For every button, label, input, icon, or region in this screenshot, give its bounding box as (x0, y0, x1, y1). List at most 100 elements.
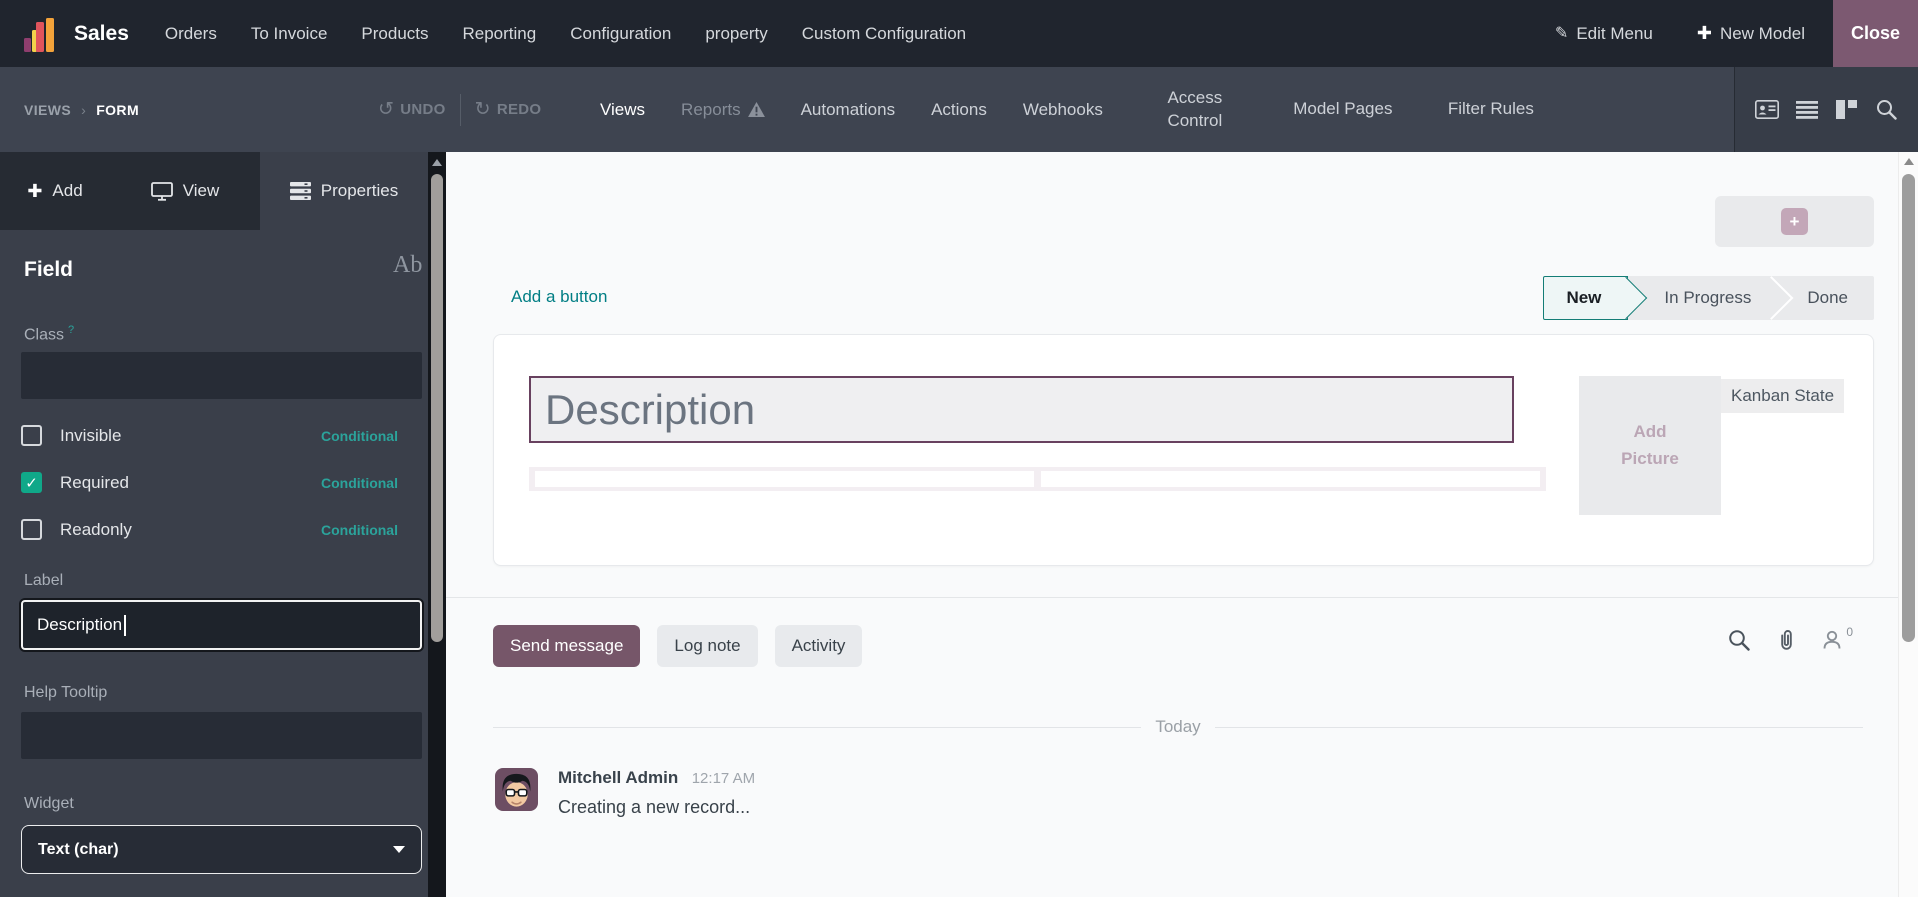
field-placeholder-cell[interactable] (1041, 471, 1540, 487)
top-navbar: Sales Orders To Invoice Products Reporti… (0, 0, 1918, 67)
avatar[interactable] (495, 768, 538, 811)
list-view-icon[interactable] (1795, 98, 1819, 122)
required-checkbox[interactable]: ✓ (21, 472, 42, 493)
breadcrumb-form: FORM (96, 101, 140, 118)
field-placeholder-group (529, 467, 1546, 491)
redo-button[interactable]: ↻ REDO (475, 98, 542, 121)
readonly-label: Readonly (60, 519, 132, 539)
tab-filter-rules[interactable]: Filter Rules (1435, 98, 1547, 121)
kanban-view-icon[interactable] (1835, 98, 1859, 122)
sidebar-tab-view[interactable]: View (110, 152, 260, 230)
odoo-studio-screen: Sales Orders To Invoice Products Reporti… (0, 0, 1918, 897)
edit-menu-button[interactable]: ✎ Edit Menu (1555, 24, 1653, 44)
undo-redo-divider (459, 93, 461, 126)
message-author[interactable]: Mitchell Admin (558, 768, 678, 787)
tab-model-pages[interactable]: Model Pages (1287, 98, 1399, 121)
topbar-right-actions: ✎ Edit Menu ✚ New Model (1555, 23, 1805, 44)
message-text: Creating a new record... (558, 797, 751, 817)
tab-reports-label: Reports (681, 99, 741, 119)
tab-actions[interactable]: Actions (931, 100, 987, 120)
sidebar-tab-properties[interactable]: Properties (260, 152, 428, 230)
sidebar-tab-add[interactable]: ✚ Add (0, 152, 110, 230)
widget-select[interactable]: Text (char) (21, 825, 422, 874)
tab-view-label: View (182, 181, 220, 200)
menu-to-invoice[interactable]: To Invoice (251, 24, 328, 44)
new-model-button[interactable]: ✚ New Model (1697, 23, 1805, 44)
message-timestamp: 12:17 AM (691, 770, 756, 787)
form-sheet: Description Add Picture Kanban State (493, 334, 1874, 566)
scroll-up-arrow[interactable] (1904, 158, 1914, 165)
required-conditional-link[interactable]: Conditional (321, 475, 398, 491)
view-switcher-icons (1734, 67, 1918, 152)
class-input[interactable] (21, 352, 422, 399)
tab-add-label: Add (52, 181, 83, 200)
send-message-button[interactable]: Send message (493, 625, 641, 667)
chatter-tools: 0 (1728, 625, 1853, 657)
tab-reports[interactable]: Reports (681, 100, 765, 120)
attachment-paperclip-icon[interactable] (1776, 629, 1796, 657)
properties-icon (289, 182, 311, 200)
breadcrumb-views[interactable]: VIEWS (24, 102, 71, 118)
pencil-icon: ✎ (1554, 24, 1569, 42)
label-input[interactable]: Description (21, 600, 422, 650)
help-tooltip-label: Help Tooltip (24, 684, 108, 701)
main-scrollbar[interactable] (1898, 152, 1918, 897)
sidebar-scrollbar-thumb[interactable] (431, 174, 443, 642)
close-studio-button[interactable]: Close (1833, 0, 1918, 67)
add-a-button-link[interactable]: Add a button (511, 287, 607, 307)
menu-products[interactable]: Products (361, 24, 428, 44)
search-view-icon[interactable] (1875, 98, 1899, 122)
log-note-button[interactable]: Log note (657, 625, 758, 667)
add-picture-placeholder[interactable]: Add Picture (1579, 376, 1721, 515)
label-label: Label (24, 572, 64, 589)
menu-configuration[interactable]: Configuration (570, 24, 671, 44)
invisible-conditional-link[interactable]: Conditional (321, 428, 398, 444)
chatter-buttons: Send message Log note Activity (493, 625, 863, 667)
activity-button[interactable]: Activity (774, 625, 863, 667)
id-card-view-icon[interactable] (1754, 98, 1779, 122)
studio-sidebar: ✚ Add View Properties Field Ab Class ? I… (0, 152, 446, 897)
menu-orders[interactable]: Orders (165, 24, 217, 44)
status-in-progress[interactable]: In Progress (1628, 276, 1774, 320)
readonly-conditional-link[interactable]: Conditional (321, 522, 398, 538)
description-title-field-selected[interactable]: Description (529, 376, 1514, 443)
kanban-state-widget[interactable]: Kanban State (1721, 379, 1845, 413)
search-messages-icon[interactable] (1728, 629, 1750, 656)
warning-icon (747, 102, 765, 117)
message-header: Mitchell Admin 12:17 AM (558, 768, 755, 788)
readonly-row: Readonly Conditional (21, 518, 398, 541)
invisible-checkbox[interactable] (21, 425, 42, 446)
tab-webhooks[interactable]: Webhooks (1023, 100, 1103, 120)
monitor-icon (150, 181, 173, 201)
sidebar-tabs: ✚ Add View Properties (0, 152, 428, 230)
menu-reporting[interactable]: Reporting (463, 24, 537, 44)
status-new[interactable]: New (1543, 276, 1629, 320)
sidebar-scrollbar[interactable] (428, 152, 446, 897)
tab-views[interactable]: Views (600, 100, 645, 120)
add-picture-label: Add Picture (1621, 422, 1679, 468)
scroll-up-arrow[interactable] (432, 159, 442, 166)
app-name[interactable]: Sales (74, 22, 129, 46)
followers-icon[interactable]: 0 (1822, 625, 1853, 655)
menu-custom-configuration[interactable]: Custom Configuration (802, 24, 966, 44)
menu-property[interactable]: property (705, 24, 767, 44)
undo-label: UNDO (400, 101, 446, 118)
new-model-label: New Model (1719, 23, 1805, 43)
field-placeholder-cell[interactable] (535, 471, 1034, 487)
readonly-checkbox[interactable] (21, 519, 42, 540)
tab-properties-label: Properties (320, 181, 399, 200)
undo-button[interactable]: ↺ UNDO (378, 98, 446, 121)
tab-automations[interactable]: Automations (801, 100, 896, 120)
required-label: Required (60, 472, 129, 492)
invisible-row: Invisible Conditional (21, 424, 398, 447)
help-tooltip-input[interactable] (21, 712, 422, 759)
edit-menu-label: Edit Menu (1576, 23, 1653, 43)
label-input-value: Description (37, 615, 123, 634)
plus-icon: ✚ (1696, 23, 1712, 43)
help-hint-icon[interactable]: ? (68, 324, 74, 336)
main-scrollbar-thumb[interactable] (1902, 174, 1915, 642)
add-widget-plus-button[interactable]: + (1781, 208, 1808, 235)
plus-icon: ✚ (27, 180, 43, 201)
tab-access-control[interactable]: Access Control (1139, 87, 1251, 133)
odoo-sales-app-icon[interactable] (22, 14, 60, 54)
